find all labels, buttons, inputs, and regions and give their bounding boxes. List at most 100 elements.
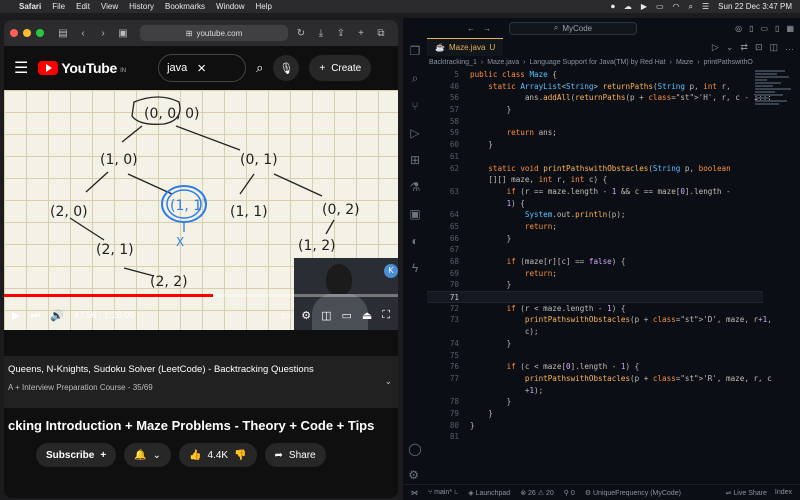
code-line[interactable]: 73 printPathswithObstacles(p + class="st…: [427, 314, 772, 326]
line-number[interactable]: 57: [427, 104, 459, 116]
toggle-secondary-sidebar-icon[interactable]: ▯: [775, 24, 779, 33]
code-line[interactable]: c);: [427, 326, 763, 338]
minimize-window-button[interactable]: [23, 29, 31, 37]
code-line[interactable]: 71: [427, 291, 763, 303]
line-number[interactable]: 69: [427, 268, 459, 280]
notion-icon[interactable]: ▣: [116, 28, 130, 39]
toggle-sidebar-icon[interactable]: ▯: [749, 24, 753, 33]
remote-indicator-icon[interactable]: ⋈: [411, 489, 418, 497]
volume-icon[interactable]: 🔊: [50, 309, 64, 322]
clear-search-icon[interactable]: ×: [197, 60, 206, 77]
code-line[interactable]: 74 }: [427, 338, 763, 350]
line-number[interactable]: 74: [427, 338, 459, 350]
miniplayer-icon[interactable]: ◫: [321, 309, 331, 322]
line-number[interactable]: 75: [427, 350, 459, 362]
line-number[interactable]: 73: [427, 314, 459, 326]
run-icon[interactable]: ▷: [712, 42, 719, 53]
nav-back-icon[interactable]: ←: [467, 24, 475, 33]
code-line[interactable]: 75: [427, 350, 763, 362]
code-line[interactable]: 76 if (c < maze[0].length - 1) {: [427, 361, 763, 373]
playlist-panel[interactable]: Queens, N-Knights, Sudoku Solver (LeetCo…: [4, 356, 398, 408]
code-line[interactable]: 81: [427, 431, 763, 443]
github-icon[interactable]: ◐: [411, 234, 418, 248]
play-icon[interactable]: ▶: [12, 309, 20, 322]
code-line[interactable]: 68 if (maze[r][c] == false) {: [427, 256, 763, 268]
problems-status[interactable]: ⊗ 26 ⚠ 20: [520, 489, 554, 497]
like-button[interactable]: 👍 4.4K 👎: [179, 443, 257, 467]
code-line[interactable]: 61: [427, 151, 763, 163]
breadcrumb-class[interactable]: Maze: [676, 59, 693, 66]
line-number[interactable]: 78: [427, 396, 459, 408]
more-actions-icon[interactable]: …: [785, 42, 794, 53]
menu-window[interactable]: Window: [216, 2, 244, 11]
code-line[interactable]: +1);: [427, 385, 763, 397]
menu-file[interactable]: File: [52, 2, 65, 11]
zoom-window-button[interactable]: [36, 29, 44, 37]
code-line[interactable]: 59 return ans;: [427, 127, 763, 139]
line-number[interactable]: 70: [427, 279, 459, 291]
next-icon[interactable]: ⏭: [30, 309, 40, 322]
toggle-panel-icon[interactable]: ▭: [760, 24, 768, 33]
menu-history[interactable]: History: [129, 2, 154, 11]
sidebar-toggle-icon[interactable]: ▤: [56, 28, 70, 39]
forward-icon[interactable]: ›: [96, 28, 110, 39]
copilot-icon[interactable]: ◎: [735, 24, 742, 33]
download-icon[interactable]: ⤓: [314, 28, 328, 39]
screen-record-icon[interactable]: ⏺: [611, 2, 615, 12]
manage-gear-icon[interactable]: ⚙: [408, 468, 421, 482]
share-button[interactable]: ➦ Share: [264, 443, 326, 467]
line-number[interactable]: 40: [427, 81, 459, 93]
hamburger-menu-icon[interactable]: ☰: [14, 58, 28, 78]
menu-edit[interactable]: Edit: [76, 2, 90, 11]
run-config-status[interactable]: ⚙ UniqueFrequency (MyCode): [585, 489, 681, 497]
share-icon[interactable]: ⇪: [334, 28, 348, 39]
line-number[interactable]: 63: [427, 186, 459, 198]
back-icon[interactable]: ‹: [76, 28, 90, 39]
fullscreen-icon[interactable]: ⛶: [382, 309, 390, 322]
extensions-icon[interactable]: ⊞: [410, 153, 420, 167]
code-line[interactable]: 64 System.out.println(p);: [427, 209, 763, 221]
run-options-icon[interactable]: ⌄: [726, 42, 734, 53]
go-to-file-icon[interactable]: ⊡: [755, 42, 763, 53]
line-number[interactable]: 5: [427, 69, 459, 81]
code-line[interactable]: 66 }: [427, 233, 763, 245]
close-window-button[interactable]: [10, 29, 18, 37]
theater-mode-icon[interactable]: ▭: [341, 309, 351, 322]
breadcrumb-language[interactable]: Language Support for Java(TM) by Red Hat: [529, 59, 665, 66]
code-line[interactable]: 80}: [427, 420, 763, 432]
code-line[interactable]: 78 }: [427, 396, 763, 408]
tab-overview-icon[interactable]: ⧉: [374, 28, 388, 39]
split-editor-icon[interactable]: ◫: [769, 42, 778, 53]
playlist-current-video[interactable]: Queens, N-Knights, Sudoku Solver (LeetCo…: [8, 364, 394, 375]
code-line[interactable]: 1) {: [427, 198, 763, 210]
compare-icon[interactable]: ⇄: [740, 42, 748, 53]
airplay-icon[interactable]: ⏏: [362, 309, 372, 322]
youtube-search-input[interactable]: java ×: [158, 54, 247, 82]
code-line[interactable]: 56 ans.addAll(returnPaths(p + class="st"…: [427, 92, 772, 104]
breadcrumb-file[interactable]: Maze.java: [487, 59, 519, 66]
testing-icon[interactable]: ⚗: [410, 180, 421, 194]
code-line[interactable]: 5 public class Maze {: [427, 69, 763, 81]
line-number[interactable]: 76: [427, 361, 459, 373]
git-branch-status[interactable]: ⑂ main* ↻: [428, 489, 458, 496]
code-editor[interactable]: 5 public class Maze {40 static ArrayList<…: [427, 69, 772, 469]
line-number[interactable]: 58: [427, 116, 459, 128]
control-center-icon[interactable]: ☰: [702, 2, 709, 11]
explorer-icon[interactable]: ❐: [410, 44, 421, 58]
code-line[interactable]: 70 }: [427, 279, 763, 291]
live-share-status[interactable]: ⇌ Live Share: [726, 489, 767, 497]
menubar-datetime[interactable]: Sun 22 Dec 3:47 PM: [718, 2, 792, 11]
breadcrumb-method[interactable]: printPathswithO: [703, 59, 752, 66]
line-number[interactable]: 67: [427, 244, 459, 256]
video-progress-bar[interactable]: [4, 294, 398, 297]
thumbs-down-icon[interactable]: 👎: [234, 450, 246, 461]
code-line[interactable]: 69 return;: [427, 268, 763, 280]
line-number[interactable]: 77: [427, 373, 459, 385]
line-number[interactable]: 61: [427, 151, 459, 163]
settings-icon[interactable]: ⚙: [301, 309, 311, 322]
code-line[interactable]: 63 if (r == maze.length - 1 && c == maze…: [427, 186, 763, 198]
wifi-icon[interactable]: ◠: [673, 2, 680, 11]
search-icon[interactable]: ⌕: [412, 71, 419, 86]
menu-app-name[interactable]: Safari: [19, 2, 41, 11]
run-debug-icon[interactable]: ▷: [410, 126, 419, 140]
